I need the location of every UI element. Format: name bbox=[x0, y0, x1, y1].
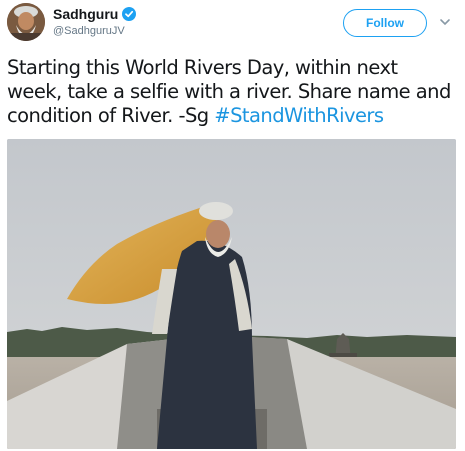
tweet-text: Starting this World Rivers Day, within n… bbox=[7, 56, 457, 128]
display-name[interactable]: Sadhguru bbox=[53, 6, 118, 22]
author-block: Sadhguru @SadhguruJV bbox=[53, 6, 137, 37]
user-handle[interactable]: @SadhguruJV bbox=[53, 25, 136, 37]
tweet-card: Sadhguru @SadhguruJV Follow Starting thi… bbox=[0, 0, 465, 451]
chevron-down-icon[interactable] bbox=[438, 15, 452, 29]
verified-badge-icon bbox=[122, 7, 137, 21]
follow-button[interactable]: Follow bbox=[343, 9, 427, 37]
avatar[interactable] bbox=[7, 3, 45, 41]
river-boat-photo bbox=[7, 139, 456, 449]
hashtag-link[interactable]: #StandWithRivers bbox=[214, 104, 384, 127]
person-avatar-icon bbox=[7, 3, 45, 41]
tweet-photo[interactable] bbox=[7, 139, 456, 449]
